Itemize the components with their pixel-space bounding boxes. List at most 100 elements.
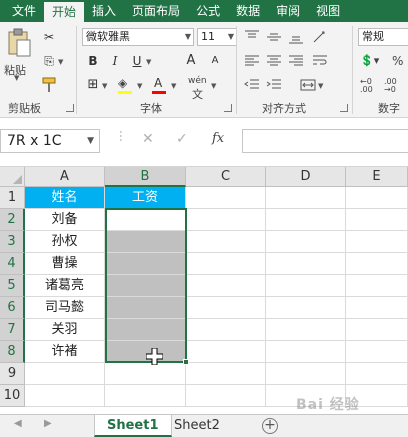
- cell-b6[interactable]: [105, 297, 186, 319]
- cancel-entry-button[interactable]: ✕: [142, 131, 154, 147]
- cell-e1[interactable]: [346, 187, 408, 209]
- row-header-2[interactable]: 2: [0, 209, 25, 231]
- tab-home[interactable]: 开始: [44, 2, 85, 22]
- fill-handle[interactable]: [183, 359, 189, 365]
- cell-d8[interactable]: [266, 341, 346, 363]
- cell-e2[interactable]: [346, 209, 408, 231]
- cell-e7[interactable]: [346, 319, 408, 341]
- underline-dropdown-icon[interactable]: ▼: [146, 58, 151, 66]
- increase-decimal-icon[interactable]: ←0.00: [360, 78, 373, 94]
- add-sheet-button[interactable]: +: [262, 418, 278, 434]
- cell-d2[interactable]: [266, 209, 346, 231]
- cell-e3[interactable]: [346, 231, 408, 253]
- cell-a1[interactable]: 姓名: [25, 187, 105, 209]
- cell-d9[interactable]: [266, 363, 346, 385]
- font-color-dropdown-icon[interactable]: ▼: [171, 82, 176, 90]
- font-color-button[interactable]: A: [150, 76, 170, 96]
- fill-color-dropdown-icon[interactable]: ▼: [137, 82, 142, 90]
- tab-view[interactable]: 视图: [308, 0, 348, 22]
- tab-insert[interactable]: 插入: [84, 0, 124, 22]
- cell-a9[interactable]: [25, 363, 105, 385]
- decrease-decimal-icon[interactable]: .00 →0: [384, 78, 397, 94]
- cell-a3[interactable]: 孙权: [25, 231, 105, 253]
- cell-d7[interactable]: [266, 319, 346, 341]
- cell-c5[interactable]: [186, 275, 266, 297]
- cell-b2[interactable]: [105, 209, 186, 231]
- sheet-tab-sheet2[interactable]: Sheet2: [162, 415, 232, 437]
- tab-file[interactable]: 文件: [4, 0, 44, 22]
- row-header-7[interactable]: 7: [0, 319, 25, 341]
- font-name-combo[interactable]: 微软雅黑 ▼: [82, 28, 194, 46]
- cell-e8[interactable]: [346, 341, 408, 363]
- cell-c4[interactable]: [186, 253, 266, 275]
- borders-dropdown-icon[interactable]: ▼: [102, 82, 107, 90]
- align-right-icon[interactable]: [288, 54, 304, 68]
- copy-icon[interactable]: ⎘: [40, 52, 58, 70]
- font-launcher-icon[interactable]: [224, 104, 232, 112]
- align-bottom-icon[interactable]: [288, 30, 304, 44]
- cell-e5[interactable]: [346, 275, 408, 297]
- cell-c6[interactable]: [186, 297, 266, 319]
- shrink-font-button[interactable]: A: [206, 52, 224, 70]
- column-header-e[interactable]: E: [346, 167, 408, 187]
- tab-review[interactable]: 审阅: [268, 0, 308, 22]
- cell-c8[interactable]: [186, 341, 266, 363]
- cut-icon[interactable]: ✂: [40, 28, 58, 46]
- cell-b9[interactable]: [105, 363, 186, 385]
- alignment-launcher-icon[interactable]: [340, 104, 348, 112]
- underline-button[interactable]: U: [128, 52, 146, 70]
- phonetic-guide-button[interactable]: wén: [188, 76, 207, 86]
- cell-d4[interactable]: [266, 253, 346, 275]
- cell-d6[interactable]: [266, 297, 346, 319]
- increase-indent-icon[interactable]: [266, 78, 282, 92]
- cell-a4[interactable]: 曹操: [25, 253, 105, 275]
- cell-d5[interactable]: [266, 275, 346, 297]
- cell-a8[interactable]: 许褚: [25, 341, 105, 363]
- cell-e6[interactable]: [346, 297, 408, 319]
- row-header-8[interactable]: 8: [0, 341, 25, 363]
- percent-format-icon[interactable]: %: [392, 54, 403, 68]
- cell-e4[interactable]: [346, 253, 408, 275]
- tab-formulas[interactable]: 公式: [188, 0, 228, 22]
- font-size-dropdown-icon[interactable]: ▼: [228, 29, 234, 45]
- row-header-10[interactable]: 10: [0, 385, 25, 407]
- prev-sheet-icon[interactable]: ◀: [14, 418, 22, 429]
- phonetic-dropdown-icon[interactable]: ▼: [211, 82, 216, 90]
- cell-c3[interactable]: [186, 231, 266, 253]
- orientation-icon[interactable]: [312, 30, 328, 44]
- column-header-d[interactable]: D: [266, 167, 346, 187]
- cell-a2[interactable]: 刘备: [25, 209, 105, 231]
- cell-d1[interactable]: [266, 187, 346, 209]
- cell-b10[interactable]: [105, 385, 186, 407]
- column-header-b[interactable]: B: [105, 167, 186, 187]
- align-top-icon[interactable]: [244, 30, 260, 44]
- cell-b5[interactable]: [105, 275, 186, 297]
- cell-a7[interactable]: 关羽: [25, 319, 105, 341]
- fill-color-button[interactable]: ◈: [116, 76, 136, 96]
- formula-input[interactable]: [242, 129, 408, 153]
- font-size-combo[interactable]: 11 ▼: [197, 28, 237, 46]
- number-format-combo[interactable]: 常规: [358, 28, 408, 46]
- align-center-icon[interactable]: [266, 54, 282, 68]
- cell-b7[interactable]: [105, 319, 186, 341]
- format-painter-icon[interactable]: [40, 76, 58, 94]
- sheet-tab-sheet1[interactable]: Sheet1: [94, 415, 172, 437]
- row-header-5[interactable]: 5: [0, 275, 25, 297]
- cell-a5[interactable]: 诸葛亮: [25, 275, 105, 297]
- row-header-1[interactable]: 1: [0, 187, 25, 209]
- grow-font-button[interactable]: A: [182, 52, 200, 70]
- borders-icon[interactable]: ⊞: [84, 76, 102, 94]
- bold-button[interactable]: B: [84, 52, 102, 70]
- next-sheet-icon[interactable]: ▶: [44, 418, 52, 429]
- column-header-c[interactable]: C: [186, 167, 266, 187]
- row-header-9[interactable]: 9: [0, 363, 25, 385]
- cell-b4[interactable]: [105, 253, 186, 275]
- column-header-a[interactable]: A: [25, 167, 105, 187]
- row-header-6[interactable]: 6: [0, 297, 25, 319]
- copy-dropdown-icon[interactable]: ▼: [58, 58, 63, 66]
- tab-page-layout[interactable]: 页面布局: [124, 0, 188, 22]
- paste-dropdown-icon[interactable]: ▼: [14, 74, 19, 82]
- cell-a10[interactable]: [25, 385, 105, 407]
- select-all-corner[interactable]: [0, 167, 25, 187]
- font-name-dropdown-icon[interactable]: ▼: [185, 29, 191, 45]
